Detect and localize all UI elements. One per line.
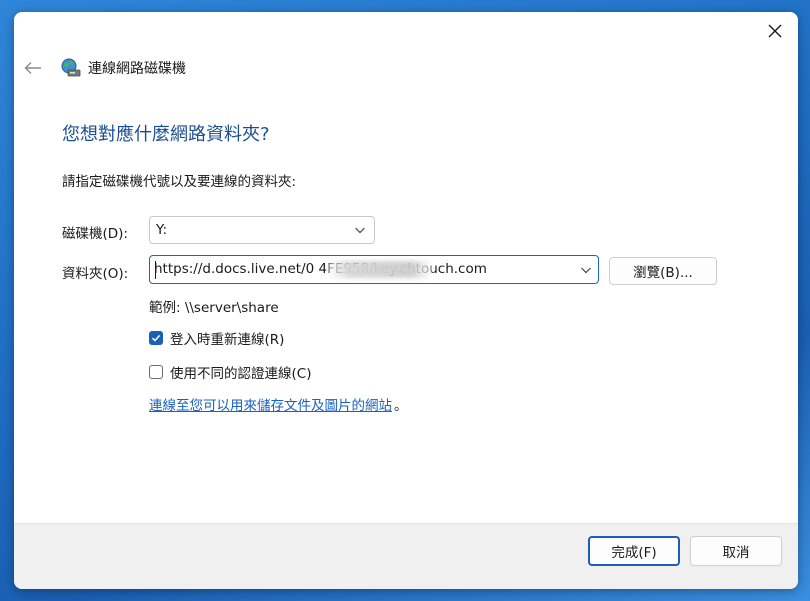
reconnect-checkbox[interactable]: [149, 331, 163, 345]
website-link[interactable]: 連線至您可以用來儲存文件及圖片的網站: [149, 394, 392, 414]
instruction-text: 請指定磁碟機代號以及要連線的資料夾:: [62, 174, 297, 190]
window-title: 連線網路磁碟機: [88, 61, 186, 77]
drive-label: 磁碟機(D):: [62, 226, 128, 242]
website-link-row: 連線至您可以用來儲存文件及圖片的網站 。: [149, 394, 408, 414]
link-suffix: 。: [394, 398, 408, 414]
network-drive-icon: [61, 58, 81, 77]
chevron-down-icon[interactable]: [580, 264, 592, 276]
checkmark-icon: [151, 334, 161, 342]
browse-button[interactable]: 瀏覽(B)...: [609, 257, 717, 285]
diff-creds-checkbox[interactable]: [149, 365, 163, 379]
diff-creds-checkbox-row[interactable]: 使用不同的認證連線(C): [149, 362, 311, 382]
back-button[interactable]: [20, 56, 46, 80]
title-bar: 連線網路磁碟機: [60, 57, 186, 79]
example-text: 範例: \\server\share: [149, 300, 279, 316]
folder-path-input[interactable]: https://d.docs.live.net/0 4FE958/key.cht…: [149, 255, 599, 284]
folder-label: 資料夾(O):: [62, 266, 129, 282]
finish-button[interactable]: 完成(F): [588, 536, 680, 566]
close-button[interactable]: [760, 18, 790, 44]
page-heading: 您想對應什麼網路資料夾?: [62, 124, 270, 145]
close-icon: [768, 24, 782, 38]
dialog-footer: 完成(F) 取消: [14, 523, 798, 589]
drive-letter-value: Y:: [156, 222, 168, 238]
map-network-drive-dialog: 連線網路磁碟機 您想對應什麼網路資料夾? 請指定磁碟機代號以及要連線的資料夾: …: [14, 12, 798, 589]
redacted-blur: [328, 261, 432, 278]
chevron-down-icon: [355, 227, 365, 234]
cancel-button[interactable]: 取消: [690, 536, 782, 566]
text-caret: [155, 261, 156, 279]
diff-creds-label: 使用不同的認證連線(C): [170, 366, 312, 382]
reconnect-label: 登入時重新連線(R): [170, 332, 285, 348]
drive-letter-select[interactable]: Y:: [149, 216, 375, 244]
reconnect-checkbox-row[interactable]: 登入時重新連線(R): [149, 328, 284, 348]
back-arrow-icon: [24, 62, 41, 74]
